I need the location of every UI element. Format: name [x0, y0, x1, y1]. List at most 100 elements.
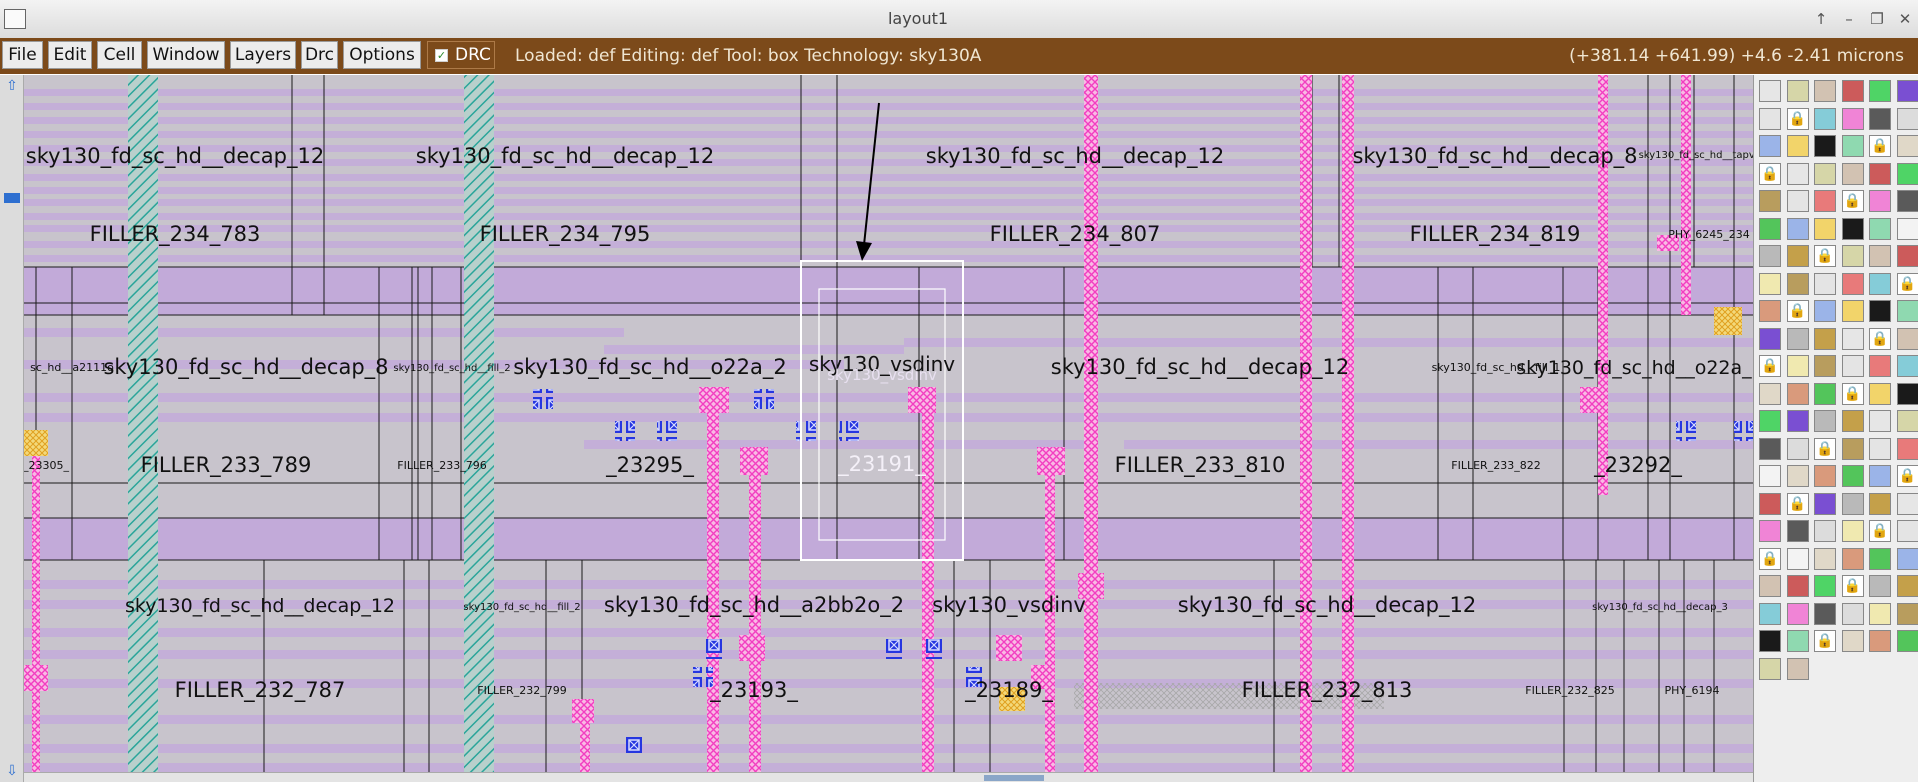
layer-swatch[interactable] [1759, 602, 1781, 625]
layer-lock-icon[interactable]: 🔒 [1814, 245, 1836, 267]
layer-swatch[interactable] [1786, 382, 1809, 405]
layer-swatch[interactable] [1786, 272, 1809, 295]
menu-drc[interactable]: Drc [301, 41, 338, 69]
layer-swatch[interactable] [1814, 465, 1836, 487]
layer-swatch[interactable] [1759, 107, 1781, 130]
layer-swatch[interactable] [1786, 410, 1809, 432]
scroll-down-icon[interactable]: ⇩ [3, 762, 21, 780]
cell-label[interactable]: FILLER_234_795 [480, 222, 651, 247]
cell-label[interactable]: sc_hd__a2111o [30, 361, 114, 374]
layer-swatch[interactable] [1896, 107, 1918, 130]
layer-swatch[interactable] [1841, 272, 1864, 295]
layer-swatch[interactable] [1896, 630, 1918, 652]
cell-label[interactable]: sky130_fd_sc_hd__tapvpwr [1639, 150, 1753, 161]
layer-swatch[interactable] [1869, 547, 1891, 570]
cell-label[interactable]: _23191_ [837, 452, 926, 477]
cell-label[interactable]: FILLER_233_789 [141, 453, 312, 478]
cell-label[interactable]: sky130_fd_sc_hd__decap_8 [103, 355, 388, 380]
layer-swatch[interactable] [1814, 410, 1836, 432]
layer-swatch[interactable] [1814, 575, 1836, 597]
cell-label[interactable]: FILLER_232_799 [477, 684, 566, 697]
layer-swatch[interactable] [1869, 382, 1891, 405]
layer-swatch[interactable] [1869, 300, 1891, 322]
layer-swatch[interactable] [1759, 492, 1781, 515]
layout-canvas[interactable]: sky130_fd_sc_hd__decap_12 sky130_fd_sc_h… [24, 75, 1753, 772]
cell-label[interactable]: FILLER_234_783 [90, 222, 261, 247]
cell-label[interactable]: _23305_ [24, 459, 69, 472]
layer-lock-icon[interactable]: 🔒 [1814, 630, 1836, 652]
layer-swatch[interactable] [1814, 272, 1836, 295]
layer-swatch[interactable] [1841, 437, 1864, 460]
layer-swatch[interactable] [1869, 492, 1891, 515]
layer-swatch[interactable] [1759, 272, 1781, 295]
layer-swatch[interactable] [1841, 162, 1864, 185]
layer-swatch[interactable] [1896, 382, 1918, 405]
vertical-scrollbar[interactable]: ⇧ ⇩ [0, 75, 24, 782]
layer-swatch[interactable] [1814, 520, 1836, 542]
layer-swatch[interactable] [1786, 602, 1809, 625]
layer-swatch[interactable] [1896, 300, 1918, 322]
layer-swatch[interactable] [1896, 575, 1918, 597]
layer-swatch[interactable] [1814, 190, 1836, 212]
layer-swatch[interactable] [1786, 465, 1809, 487]
layer-swatch[interactable] [1786, 575, 1809, 597]
layer-swatch[interactable] [1841, 80, 1864, 102]
layer-swatch[interactable] [1869, 162, 1891, 185]
scroll-up-icon[interactable]: ⇧ [3, 77, 21, 95]
layer-swatch[interactable] [1896, 520, 1918, 542]
layer-swatch[interactable] [1896, 190, 1918, 212]
layer-swatch[interactable] [1786, 245, 1809, 267]
layer-swatch[interactable] [1814, 217, 1836, 240]
layer-swatch[interactable] [1869, 107, 1891, 130]
layer-swatch[interactable] [1841, 135, 1864, 157]
layer-swatch[interactable] [1896, 547, 1918, 570]
cell-label[interactable]: PHY_6245_234 [1668, 228, 1750, 241]
menu-file[interactable]: File [2, 41, 43, 69]
cell-label[interactable]: FILLER_234_819 [1410, 222, 1581, 247]
layer-swatch[interactable] [1759, 190, 1781, 212]
cell-label[interactable]: _23189_ [964, 678, 1053, 703]
layer-swatch[interactable] [1896, 355, 1918, 377]
layer-swatch[interactable] [1841, 107, 1864, 130]
horizontal-scrollbar[interactable] [24, 772, 1753, 782]
layer-swatch[interactable] [1759, 437, 1781, 460]
layer-swatch[interactable] [1869, 272, 1891, 295]
layer-swatch[interactable] [1759, 327, 1781, 350]
layer-swatch[interactable] [1841, 547, 1864, 570]
cell-label[interactable]: FILLER_233_810 [1115, 453, 1286, 478]
layer-swatch[interactable] [1759, 300, 1781, 322]
layer-lock-icon[interactable]: 🔒 [1759, 547, 1781, 570]
cell-label[interactable]: sky130_fd_sc_hd__decap_8 [1352, 144, 1637, 169]
layer-lock-icon[interactable]: 🔒 [1759, 162, 1781, 185]
cell-label[interactable]: FILLER_232_825 [1525, 684, 1614, 697]
layer-swatch[interactable] [1869, 410, 1891, 432]
layer-swatch[interactable] [1814, 135, 1836, 157]
layer-swatch[interactable] [1786, 657, 1809, 680]
scroll-thumb[interactable] [984, 775, 1044, 781]
layer-swatch[interactable] [1759, 382, 1781, 405]
layer-swatch[interactable] [1841, 245, 1864, 267]
drc-toggle[interactable]: ✓ DRC [427, 41, 495, 69]
layer-swatch[interactable] [1786, 217, 1809, 240]
layer-swatch[interactable] [1814, 547, 1836, 570]
menu-window[interactable]: Window [147, 41, 225, 69]
layer-lock-icon[interactable]: 🔒 [1786, 107, 1809, 130]
layer-swatch[interactable] [1896, 162, 1918, 185]
cell-label[interactable]: sky130_vsdinv [932, 593, 1086, 618]
cell-label[interactable]: sky130_fd_sc_hd__decap_12 [26, 144, 324, 169]
layer-swatch[interactable] [1869, 630, 1891, 652]
cell-label[interactable]: PHY_6194 [1664, 684, 1719, 697]
minimize-icon[interactable]: – [1838, 8, 1860, 30]
layer-swatch[interactable] [1841, 492, 1864, 515]
layer-swatch[interactable] [1786, 80, 1809, 102]
layer-swatch[interactable] [1841, 602, 1864, 625]
layer-lock-icon[interactable]: 🔒 [1896, 465, 1918, 487]
layer-swatch[interactable] [1869, 245, 1891, 267]
layer-lock-icon[interactable]: 🔒 [1841, 382, 1864, 405]
cell-label[interactable]: sky130_fd_sc_hd__decap_12 [1178, 593, 1476, 618]
layer-swatch[interactable] [1759, 80, 1781, 102]
cell-label[interactable]: _23193_ [709, 678, 798, 703]
cell-label[interactable]: sky130_fd_sc_hd__decap_12 [926, 144, 1224, 169]
layer-swatch[interactable] [1786, 547, 1809, 570]
layer-swatch[interactable] [1896, 437, 1918, 460]
